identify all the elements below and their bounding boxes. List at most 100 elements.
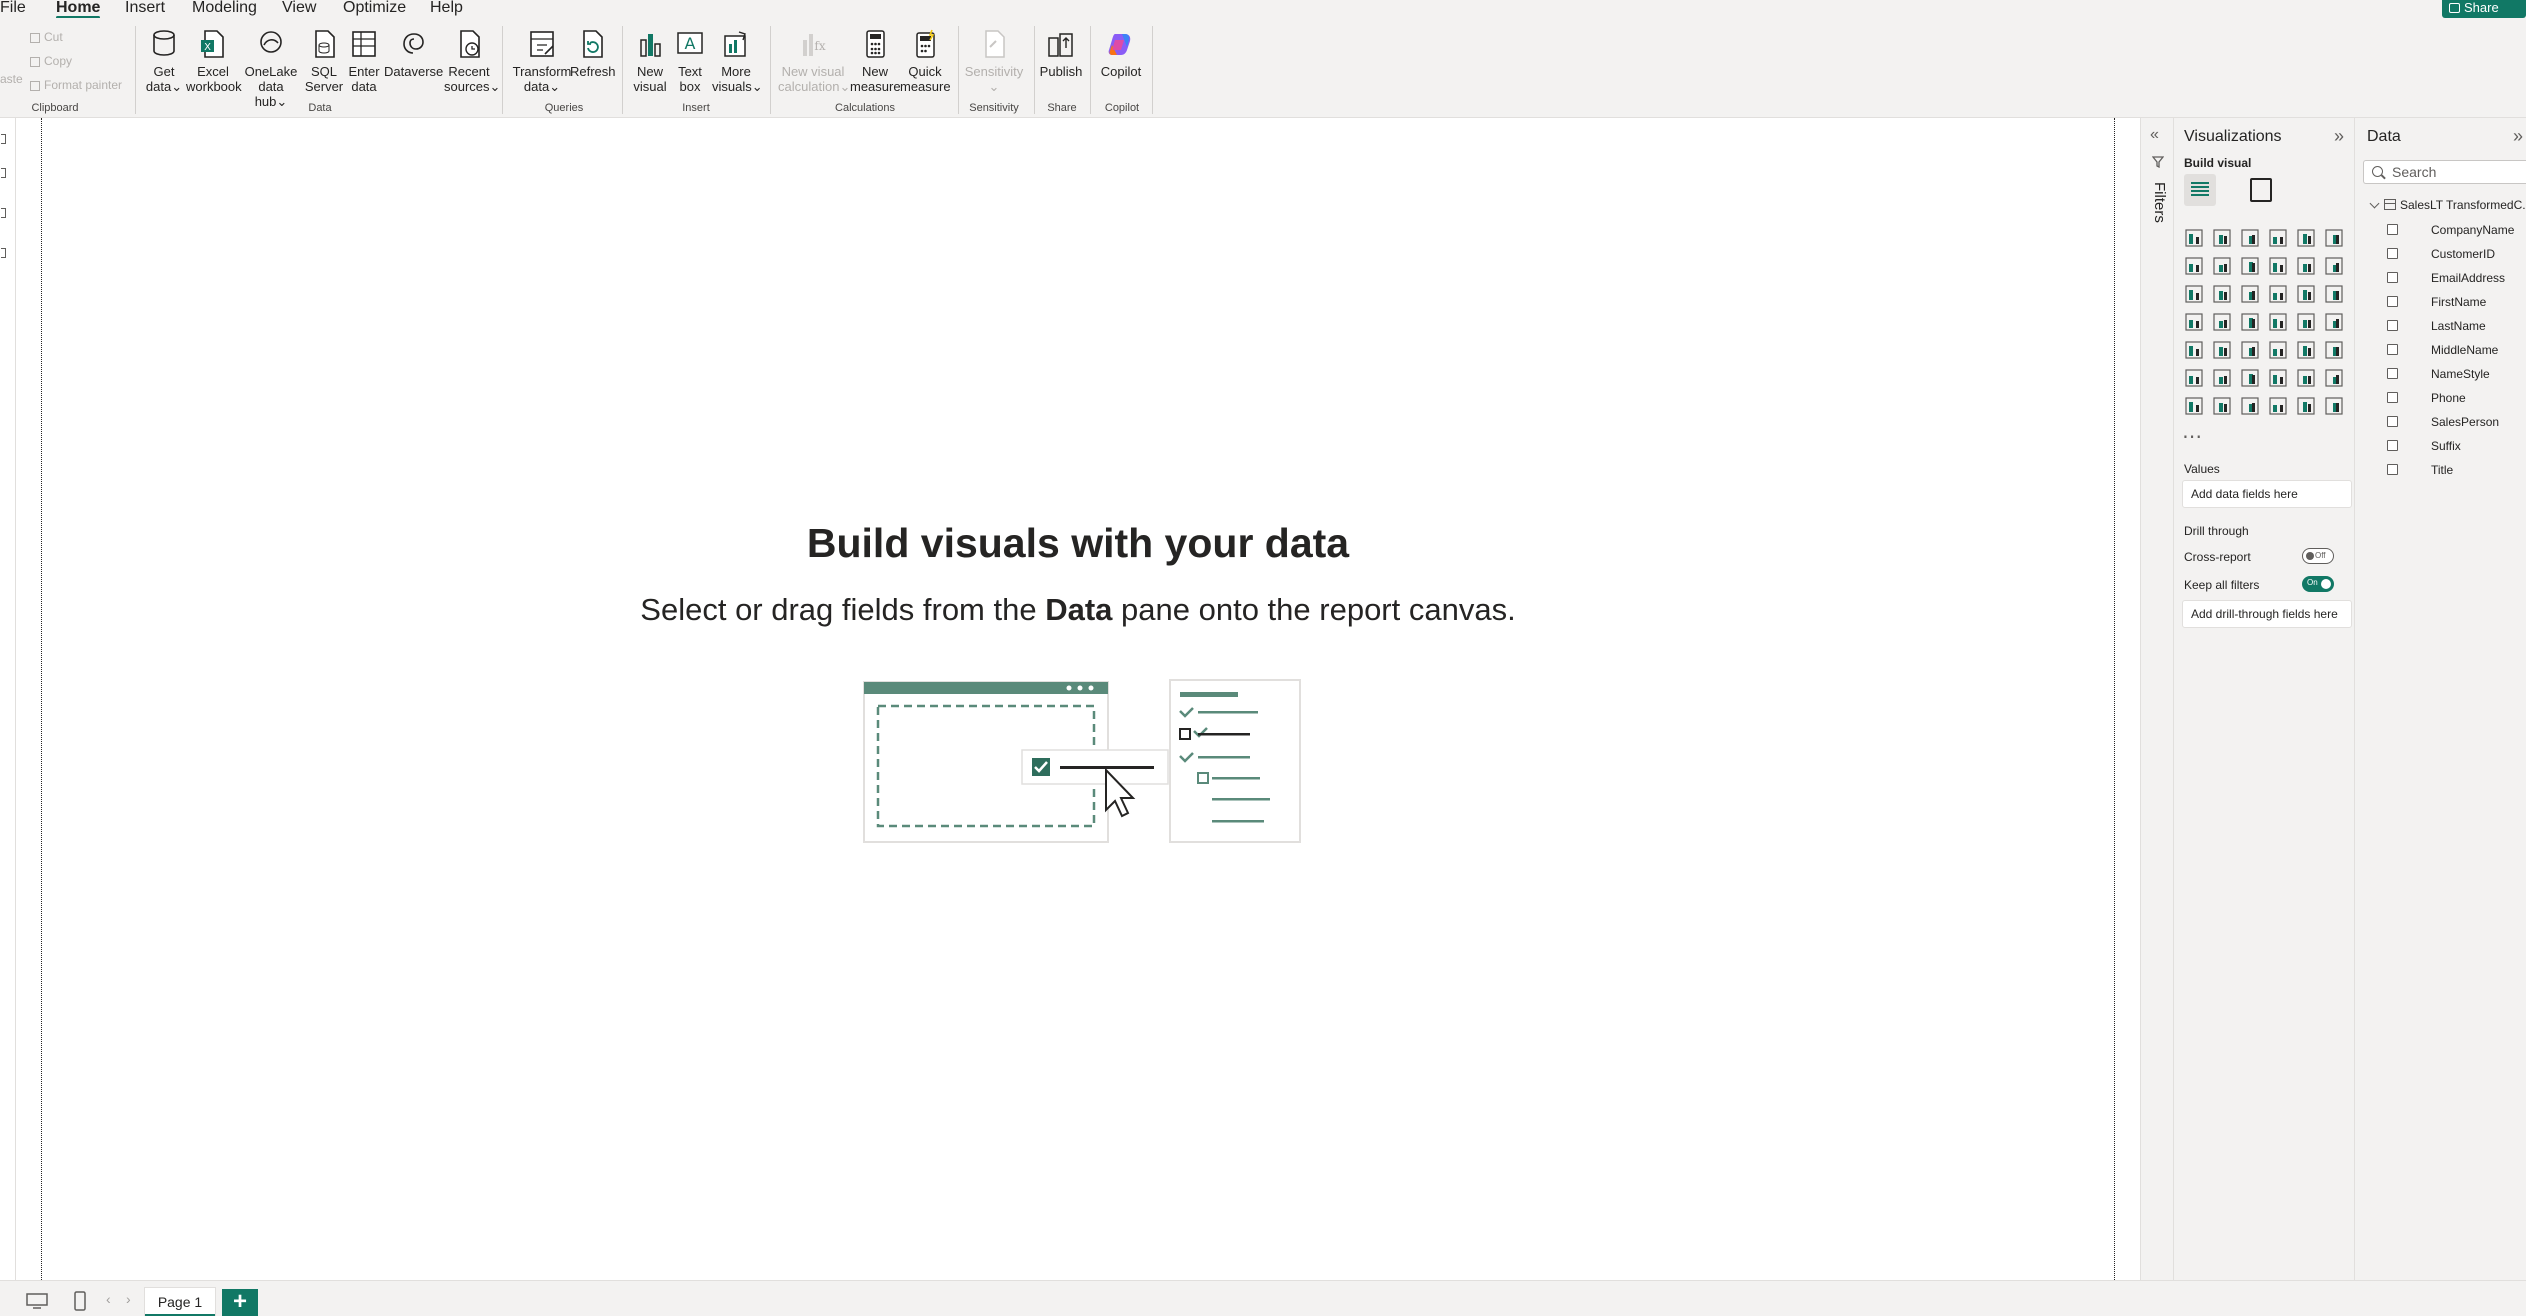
stacked-area-chart-icon[interactable] [2240, 256, 2260, 276]
map-icon[interactable] [2212, 312, 2232, 332]
field-checkbox[interactable] [2387, 368, 2398, 379]
combo-chart-icon[interactable] [2212, 284, 2232, 304]
collapse-data-icon[interactable]: » [2513, 126, 2523, 147]
more-visuals-icon[interactable]: ⋯ [2182, 424, 2203, 449]
next-page-icon[interactable]: › [126, 1291, 131, 1307]
slicer-icon[interactable] [2240, 340, 2260, 360]
paste-button[interactable]: aste [0, 40, 23, 86]
waterfall-chart-icon[interactable] [2296, 256, 2316, 276]
field-checkbox[interactable] [2387, 344, 2398, 355]
clustered-bar-chart-icon[interactable] [2240, 228, 2260, 248]
gauge-icon[interactable] [2296, 312, 2316, 332]
transform-data-button[interactable]: Transform data⌄ [510, 28, 574, 94]
text-box-button[interactable]: A Text box [672, 28, 708, 94]
area-chart-icon[interactable] [2212, 256, 2232, 276]
page-tab[interactable]: Page 1 [144, 1287, 216, 1316]
prev-page-icon[interactable]: ‹ [106, 1291, 111, 1307]
field-checkbox[interactable] [2387, 464, 2398, 475]
cut-button[interactable]: Cut [30, 30, 63, 44]
scatter-chart-icon[interactable] [2268, 284, 2288, 304]
table-node[interactable]: SalesLT TransformedC... [2369, 198, 2526, 212]
report-view-icon[interactable] [1, 134, 6, 144]
table-visual-icon[interactable] [2268, 340, 2288, 360]
pie-chart-icon[interactable] [2296, 284, 2316, 304]
paginated-report-icon[interactable] [2296, 368, 2316, 388]
quick-measure-button[interactable]: Quick measure [900, 28, 951, 94]
stacked-bar-chart-icon[interactable] [2184, 228, 2204, 248]
copy-button[interactable]: Copy [30, 54, 72, 68]
recent-sources-button[interactable]: Recent sources⌄ [444, 28, 500, 94]
field-checkbox[interactable] [2387, 416, 2398, 427]
refresh-button[interactable]: Refresh [570, 28, 616, 79]
more-visual-types-icon[interactable] [2324, 396, 2344, 416]
field-checkbox[interactable] [2387, 296, 2398, 307]
power-automate-icon[interactable] [2240, 396, 2260, 416]
build-visual-tab[interactable] [2184, 174, 2216, 206]
onelake-data-hub-button[interactable]: OneLake data hub⌄ [242, 28, 300, 109]
qna-icon[interactable] [2268, 368, 2288, 388]
smart-narrative-icon[interactable] [2184, 396, 2204, 416]
menu-help[interactable]: Help [430, 0, 463, 16]
field-checkbox[interactable] [2387, 440, 2398, 451]
menu-file[interactable]: File [0, 0, 26, 16]
funnel-chart-icon[interactable] [2240, 284, 2260, 304]
copilot-narrative-icon[interactable] [2296, 396, 2316, 416]
field-checkbox[interactable] [2387, 320, 2398, 331]
expand-filters-icon[interactable]: « [2150, 126, 2159, 144]
line-column-chart-icon[interactable] [2324, 256, 2344, 276]
arcgis-icon[interactable] [2268, 396, 2288, 416]
cross-report-toggle[interactable]: Off [2302, 548, 2334, 564]
card-icon[interactable] [2324, 312, 2344, 332]
menu-home[interactable]: Home [56, 0, 101, 19]
sql-server-button[interactable]: SQL Server [302, 28, 346, 94]
key-influencers-icon[interactable] [2212, 368, 2232, 388]
line-clustered-column-chart-icon[interactable] [2184, 284, 2204, 304]
field-checkbox[interactable] [2387, 248, 2398, 259]
field-checkbox[interactable] [2387, 224, 2398, 235]
menu-insert[interactable]: Insert [125, 0, 165, 16]
share-button[interactable]: Share [2442, 0, 2526, 18]
python-visual-icon[interactable] [2184, 368, 2204, 388]
100-stacked-bar-chart-icon[interactable] [2296, 228, 2316, 248]
new-measure-button[interactable]: New measure [850, 28, 901, 94]
report-canvas[interactable]: Build visuals with your data Select or d… [41, 118, 2115, 1282]
sensitivity-button[interactable]: Sensitivity ⌄ [962, 28, 1026, 94]
clustered-column-chart-icon[interactable] [2268, 228, 2288, 248]
table-view-icon[interactable] [1, 168, 6, 178]
menu-optimize[interactable]: Optimize [343, 0, 406, 16]
search-input[interactable]: Search [2363, 160, 2526, 184]
line-chart-icon[interactable] [2184, 256, 2204, 276]
filters-pane[interactable]: « Filters [2140, 118, 2173, 1280]
100-stacked-column-chart-icon[interactable] [2324, 228, 2344, 248]
r-script-icon[interactable] [2324, 340, 2344, 360]
values-well[interactable]: Add data fields here [2182, 480, 2352, 508]
copilot-button[interactable]: Copilot [1094, 28, 1148, 79]
power-apps-icon[interactable] [2212, 396, 2232, 416]
format-visual-tab[interactable] [2250, 178, 2272, 202]
excel-workbook-button[interactable]: X Excel workbook [186, 28, 242, 94]
matrix-icon[interactable] [2296, 340, 2316, 360]
model-view-icon[interactable] [1, 208, 6, 218]
decomposition-tree-icon[interactable] [2240, 368, 2260, 388]
format-painter-button[interactable]: Format painter [30, 78, 122, 92]
keep-all-filters-toggle[interactable]: On [2302, 576, 2334, 592]
desktop-view-icon[interactable] [26, 1293, 48, 1309]
field-checkbox[interactable] [2387, 272, 2398, 283]
enter-data-button[interactable]: Enter data [344, 28, 384, 94]
get-data-button[interactable]: Get data⌄ [142, 28, 186, 94]
mobile-view-icon[interactable] [74, 1291, 86, 1311]
more-visuals-button[interactable]: More visuals⌄ [712, 28, 763, 94]
donut-chart-icon[interactable] [2324, 284, 2344, 304]
multi-row-card-icon[interactable] [2184, 340, 2204, 360]
new-visual-calculation-button[interactable]: fx New visual calculation⌄ [778, 28, 850, 94]
goals-icon[interactable] [2324, 368, 2344, 388]
publish-button[interactable]: Publish [1038, 28, 1084, 79]
ribbon-chart-icon[interactable] [2268, 256, 2288, 276]
new-visual-button[interactable]: New visual [630, 28, 670, 94]
drill-through-well[interactable]: Add drill-through fields here [2182, 600, 2352, 628]
menu-modeling[interactable]: Modeling [192, 0, 257, 16]
dax-query-view-icon[interactable] [1, 248, 6, 258]
kpi-icon[interactable] [2212, 340, 2232, 360]
stacked-column-chart-icon[interactable] [2212, 228, 2232, 248]
azure-map-icon[interactable] [2268, 312, 2288, 332]
